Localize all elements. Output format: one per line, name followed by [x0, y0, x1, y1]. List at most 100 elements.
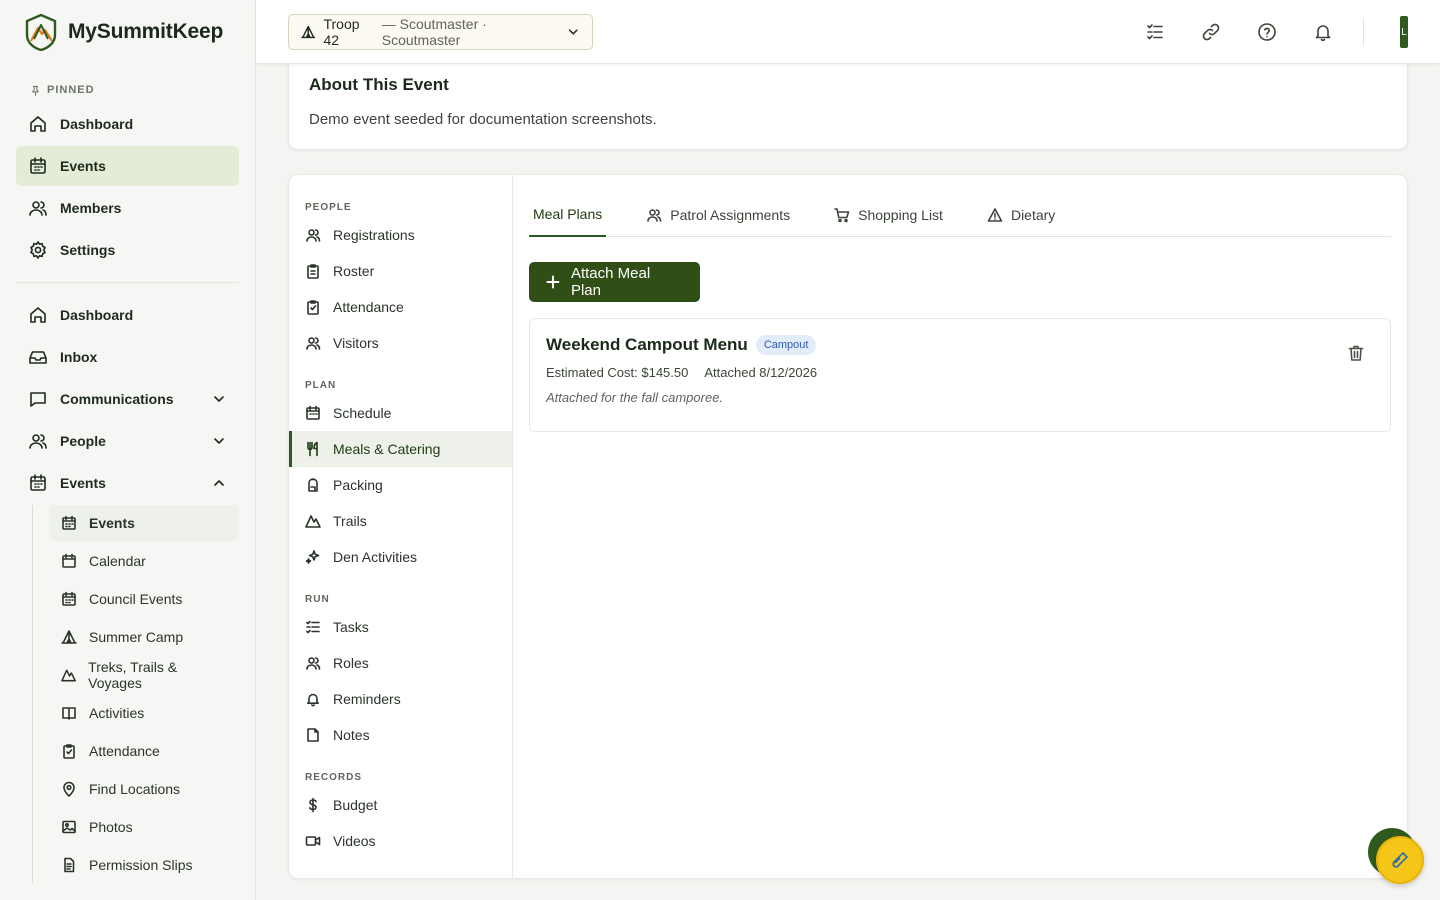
sparkles-icon	[305, 550, 320, 564]
event-nav-reminders[interactable]: Reminders	[289, 681, 512, 717]
bell-icon[interactable]	[1313, 22, 1333, 42]
gear-icon	[30, 241, 46, 259]
plus-icon	[546, 275, 560, 289]
event-nav-attendance[interactable]: Attendance	[289, 289, 512, 325]
sidebar-subitem-summer-camp[interactable]: Summer Camp	[49, 619, 239, 655]
video-icon	[305, 836, 321, 846]
calendar-grid-icon	[62, 591, 76, 606]
event-subnav: PEOPLE Registrations Roster Attendance V…	[289, 175, 513, 878]
attach-meal-plan-button[interactable]: Attach Meal Plan	[529, 262, 700, 302]
dollar-icon	[309, 797, 317, 813]
sidebar-subitem-events[interactable]: Events	[49, 505, 239, 541]
help-icon[interactable]	[1257, 22, 1277, 42]
pinned-dashboard[interactable]: Dashboard	[16, 104, 239, 144]
logo-icon	[24, 13, 58, 51]
bell-icon	[307, 693, 319, 707]
chevron-down-icon[interactable]	[211, 433, 227, 449]
event-nav-section-records: RECORDS	[305, 771, 363, 783]
tab-patrol-assignments[interactable]: Patrol Assignments	[642, 193, 794, 237]
calendar-grid-icon	[62, 515, 76, 530]
sidebar: MySummitKeep PINNED Dashboard Events Mem…	[0, 0, 256, 900]
meal-plan-badge: Campout	[755, 335, 817, 355]
tab-shopping-list[interactable]: Shopping List	[830, 193, 947, 237]
sidebar-subitem-calendar[interactable]: Calendar	[49, 543, 239, 579]
pinned-label: PINNED	[0, 64, 255, 102]
meal-plan-card[interactable]: Weekend Campout Menu Campout Estimated C…	[529, 318, 1391, 432]
meal-plan-attached-date: Attached 8/12/2026	[704, 365, 818, 380]
document-icon	[64, 857, 75, 873]
sidebar-subitem-council-events[interactable]: Council Events	[49, 581, 239, 617]
sidebar-item-inbox[interactable]: Inbox	[16, 337, 239, 377]
pinned-members[interactable]: Members	[16, 188, 239, 228]
troop-selector[interactable]: Troop 42 — Scoutmaster · Scoutmaster	[288, 14, 593, 50]
sidebar-subitem-activities[interactable]: Activities	[49, 695, 239, 731]
dev-tools-fab[interactable]	[1376, 836, 1424, 884]
event-nav-notes[interactable]: Notes	[289, 717, 512, 753]
event-nav-videos[interactable]: Videos	[289, 823, 512, 859]
tent-icon	[301, 25, 316, 39]
pinned-events[interactable]: Events	[16, 146, 239, 186]
sidebar-item-dashboard[interactable]: Dashboard	[16, 295, 239, 335]
event-nav-packing[interactable]: Packing	[289, 467, 512, 503]
event-nav-tasks[interactable]: Tasks	[289, 609, 512, 645]
sidebar-item-people[interactable]: People	[16, 421, 239, 461]
sidebar-subitem-find-locations[interactable]: Find Locations	[49, 771, 239, 807]
meal-plan-cost: Estimated Cost: $145.50	[546, 365, 689, 380]
event-panel: PEOPLE Registrations Roster Attendance V…	[288, 174, 1408, 879]
calendar-icon	[30, 474, 46, 491]
event-nav-trails[interactable]: Trails	[289, 503, 512, 539]
tent-icon	[61, 630, 77, 644]
utensils-icon	[307, 441, 318, 457]
calendar-icon	[62, 553, 76, 568]
meals-content: Meal Plans Patrol Assignments Shopping L…	[529, 175, 1391, 878]
sidebar-subitem-permission-slips[interactable]: Permission Slips	[49, 847, 239, 883]
sidebar-subitem-treks[interactable]: Treks, Trails & Voyages	[49, 657, 239, 693]
checklist-icon[interactable]	[1145, 22, 1165, 42]
sidebar-subitem-photos[interactable]: Photos	[49, 809, 239, 845]
event-nav-roster[interactable]: Roster	[289, 253, 512, 289]
troop-name: Troop 42	[323, 16, 360, 48]
test-tube-icon	[1392, 851, 1409, 868]
brand[interactable]: MySummitKeep	[0, 0, 255, 64]
top-actions: L	[1145, 0, 1408, 64]
chevron-up-icon[interactable]	[211, 475, 227, 491]
event-nav-den-activities[interactable]: Den Activities	[289, 539, 512, 575]
pinned-settings[interactable]: Settings	[16, 230, 239, 270]
users-icon	[29, 201, 47, 216]
sidebar-subitem-attendance[interactable]: Attendance	[49, 733, 239, 769]
checklist-icon	[306, 620, 320, 634]
meal-plan-title: Weekend Campout Menu	[546, 335, 748, 354]
topbar-divider	[1363, 18, 1364, 46]
book-icon	[62, 707, 76, 720]
sidebar-item-communications[interactable]: Communications	[16, 379, 239, 419]
event-nav-registrations[interactable]: Registrations	[289, 217, 512, 253]
events-subnav: Events Calendar Council Events Summer Ca…	[32, 505, 255, 883]
users-icon	[29, 434, 47, 449]
meals-tabs: Meal Plans Patrol Assignments Shopping L…	[529, 193, 1391, 237]
about-description: Demo event seeded for documentation scre…	[309, 111, 657, 128]
chevron-down-icon[interactable]	[211, 391, 227, 407]
sidebar-divider	[16, 282, 239, 283]
avatar[interactable]: L	[1400, 16, 1408, 48]
mountain-icon	[305, 515, 321, 528]
about-event-card: About This Event Demo event seeded for d…	[288, 64, 1408, 150]
mountain-icon	[61, 669, 76, 682]
cart-icon	[834, 208, 850, 223]
sidebar-item-events[interactable]: Events	[16, 463, 239, 503]
event-nav-roles[interactable]: Roles	[289, 645, 512, 681]
link-icon[interactable]	[1201, 22, 1221, 42]
event-nav-schedule[interactable]: Schedule	[289, 395, 512, 431]
tab-meal-plans[interactable]: Meal Plans	[529, 193, 607, 237]
event-nav-visitors[interactable]: Visitors	[289, 325, 512, 361]
event-nav-meals-catering[interactable]: Meals & Catering	[289, 431, 512, 467]
users-icon	[306, 229, 321, 242]
trash-icon[interactable]	[1346, 343, 1366, 363]
home-icon	[30, 116, 46, 132]
tab-dietary[interactable]: Dietary	[983, 193, 1059, 237]
users-icon	[647, 209, 662, 222]
backpack-icon	[308, 478, 318, 492]
event-nav-budget[interactable]: Budget	[289, 787, 512, 823]
main-content: About This Event Demo event seeded for d…	[256, 64, 1440, 900]
inbox-icon	[29, 351, 47, 364]
about-title: About This Event	[309, 75, 449, 94]
